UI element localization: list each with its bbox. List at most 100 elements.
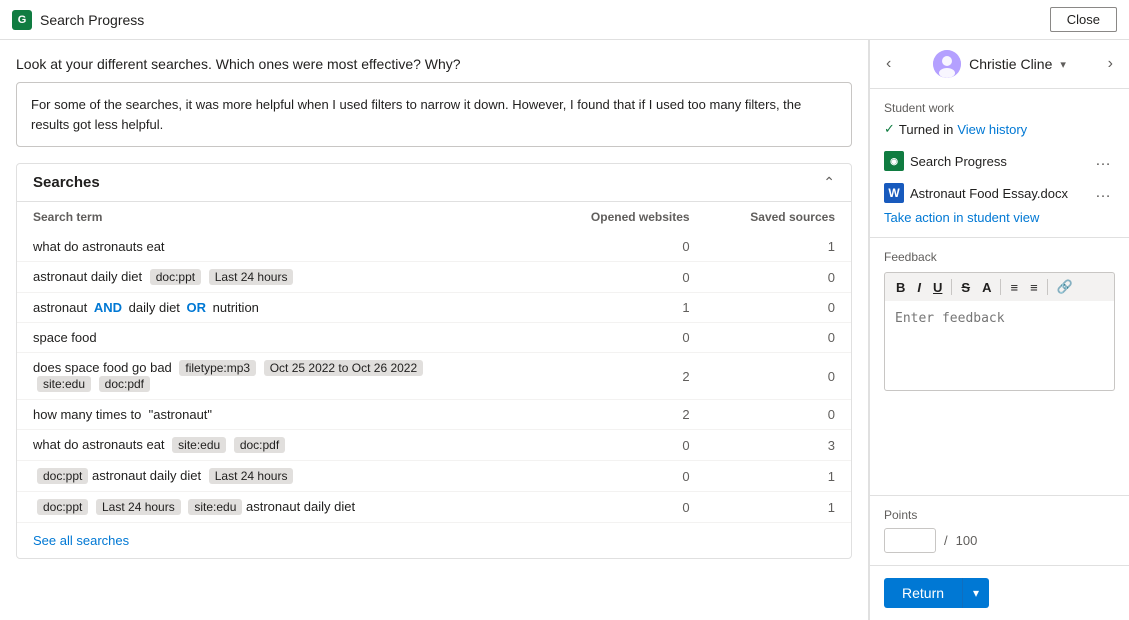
- take-action-link[interactable]: Take action in student view: [884, 210, 1039, 225]
- prompt-section: Look at your different searches. Which o…: [12, 40, 856, 159]
- operator-tag: AND: [94, 300, 122, 315]
- file-more-button[interactable]: …: [1091, 152, 1115, 170]
- turned-in-text: Turned in: [899, 122, 953, 137]
- bold-button[interactable]: B: [891, 278, 910, 297]
- saved-cell: 0: [706, 293, 851, 323]
- saved-cell: 1: [706, 232, 851, 262]
- points-slash: /: [944, 533, 948, 548]
- filter-tag: doc:ppt: [37, 499, 88, 515]
- file-more-button-2[interactable]: …: [1091, 184, 1115, 202]
- top-bar-left: G Search Progress: [12, 10, 144, 30]
- numbered-list-button[interactable]: ≡: [1025, 278, 1043, 297]
- student-nav: ‹ Christie Cline ▾ ›: [870, 40, 1129, 89]
- opened-cell: 0: [543, 262, 706, 293]
- search-term-cell: astronaut daily diet doc:ppt Last 24 hou…: [17, 262, 543, 293]
- table-row: doc:ppt Last 24 hours site:edu astronaut…: [17, 492, 851, 523]
- saved-cell: 0: [706, 400, 851, 430]
- close-button[interactable]: Close: [1050, 7, 1117, 32]
- table-header-row: Search term Opened websites Saved source…: [17, 202, 851, 232]
- next-student-button[interactable]: ›: [1104, 53, 1117, 75]
- table-row: what do astronauts eat 0 1: [17, 232, 851, 262]
- right-panel: ‹ Christie Cline ▾ › Student work ✓ Turn: [869, 40, 1129, 620]
- file-item-left: ◉ Search Progress: [884, 151, 1007, 171]
- student-name: Christie Cline: [969, 56, 1052, 72]
- opened-cell: 0: [543, 232, 706, 262]
- turned-in-status: ✓ Turned in View history: [884, 121, 1115, 137]
- opened-cell: 0: [543, 323, 706, 353]
- saved-cell: 1: [706, 461, 851, 492]
- search-term-cell: what do astronauts eat site:edu doc:pdf: [17, 430, 543, 461]
- student-avatar: [933, 50, 961, 78]
- student-work-section: Student work ✓ Turned in View history ◉ …: [870, 89, 1129, 238]
- opened-cell: 0: [543, 492, 706, 523]
- app-title: Search Progress: [40, 12, 144, 28]
- table-row: astronaut daily diet doc:ppt Last 24 hou…: [17, 262, 851, 293]
- col-saved-sources: Saved sources: [706, 202, 851, 232]
- bullet-list-button[interactable]: ≡: [1005, 278, 1023, 297]
- points-input[interactable]: [884, 528, 936, 553]
- search-term-cell: doc:ppt astronaut daily diet Last 24 hou…: [17, 461, 543, 492]
- main-layout: Look at your different searches. Which o…: [0, 40, 1129, 620]
- return-section: Return ▾: [870, 566, 1129, 620]
- saved-cell: 0: [706, 262, 851, 293]
- col-opened-websites: Opened websites: [543, 202, 706, 232]
- collapse-icon[interactable]: ⌃: [823, 174, 835, 191]
- feedback-section: Feedback B I U S A ≡ ≡ 🔗: [870, 238, 1129, 496]
- filter-tag: doc:pdf: [99, 376, 150, 392]
- feedback-label: Feedback: [884, 250, 1115, 264]
- link-button[interactable]: 🔗: [1052, 277, 1078, 297]
- filter-tag: doc:ppt: [150, 269, 201, 285]
- filter-tag: Last 24 hours: [96, 499, 181, 515]
- chevron-down-icon: ▾: [1060, 58, 1066, 71]
- table-row: space food 0 0: [17, 323, 851, 353]
- points-max: 100: [956, 533, 978, 548]
- filter-tag: Last 24 hours: [209, 269, 294, 285]
- filter-tag: filetype:mp3: [179, 360, 256, 376]
- view-history-link[interactable]: View history: [957, 122, 1027, 137]
- search-term-cell: what do astronauts eat: [17, 232, 543, 262]
- searches-table: Search term Opened websites Saved source…: [17, 202, 851, 522]
- search-term-cell: space food: [17, 323, 543, 353]
- searches-section: Searches ⌃ Search term Opened websites S…: [16, 163, 852, 559]
- return-button[interactable]: Return: [884, 578, 962, 608]
- feedback-input[interactable]: [884, 301, 1115, 391]
- left-panel: Look at your different searches. Which o…: [0, 40, 869, 620]
- underline-button[interactable]: U: [928, 278, 947, 297]
- filter-tag: Last 24 hours: [209, 468, 294, 484]
- toolbar-separator: [951, 279, 952, 295]
- filter-tag: doc:pdf: [234, 437, 285, 453]
- saved-cell: 3: [706, 430, 851, 461]
- operator-tag: OR: [187, 300, 207, 315]
- col-search-term: Search term: [17, 202, 543, 232]
- table-row: astronaut AND daily diet OR nutrition 1 …: [17, 293, 851, 323]
- return-dropdown-button[interactable]: ▾: [962, 578, 989, 608]
- opened-cell: 0: [543, 461, 706, 492]
- file-name-essay: Astronaut Food Essay.docx: [910, 186, 1068, 201]
- opened-cell: 1: [543, 293, 706, 323]
- filter-tag: site:edu: [172, 437, 226, 453]
- toolbar-separator: [1047, 279, 1048, 295]
- table-row: does space food go bad filetype:mp3 Oct …: [17, 353, 851, 400]
- saved-cell: 1: [706, 492, 851, 523]
- strikethrough-button[interactable]: S: [956, 278, 975, 297]
- filter-tag: Oct 25 2022 to Oct 26 2022: [264, 360, 423, 376]
- saved-cell: 0: [706, 353, 851, 400]
- filter-tag: site:edu: [188, 499, 242, 515]
- search-term-cell: does space food go bad filetype:mp3 Oct …: [17, 353, 543, 400]
- prompt-question: Look at your different searches. Which o…: [16, 56, 852, 72]
- italic-button[interactable]: I: [912, 278, 926, 297]
- see-all-searches-link[interactable]: See all searches: [17, 522, 851, 558]
- file-icon-essay: W: [884, 183, 904, 203]
- highlight-button[interactable]: A: [977, 278, 996, 297]
- prev-student-button[interactable]: ‹: [882, 53, 895, 75]
- search-term-cell: how many times to "astronaut": [17, 400, 543, 430]
- prompt-answer: For some of the searches, it was more he…: [16, 82, 852, 147]
- top-bar: G Search Progress Close: [0, 0, 1129, 40]
- app-logo: G: [12, 10, 32, 30]
- file-item-left: W Astronaut Food Essay.docx: [884, 183, 1068, 203]
- searches-title: Searches: [33, 174, 100, 191]
- file-icon-search-progress: ◉: [884, 151, 904, 171]
- filter-tag: site:edu: [37, 376, 91, 392]
- student-selector[interactable]: Christie Cline ▾: [933, 50, 1066, 78]
- opened-cell: 2: [543, 400, 706, 430]
